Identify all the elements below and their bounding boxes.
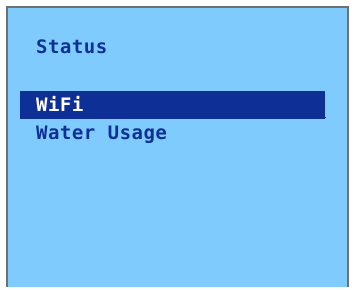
selection-edge-mark <box>325 117 326 118</box>
menu-item-label: Water Usage <box>36 122 168 144</box>
device-screen: Status WiFi Water Usage <box>6 6 349 287</box>
menu-item-water-usage[interactable]: Water Usage <box>20 122 325 144</box>
menu-item-wifi[interactable]: WiFi <box>20 91 325 119</box>
status-menu: WiFi Water Usage <box>20 91 326 144</box>
screen-title: Status <box>36 36 108 58</box>
menu-item-label: WiFi <box>36 94 84 116</box>
